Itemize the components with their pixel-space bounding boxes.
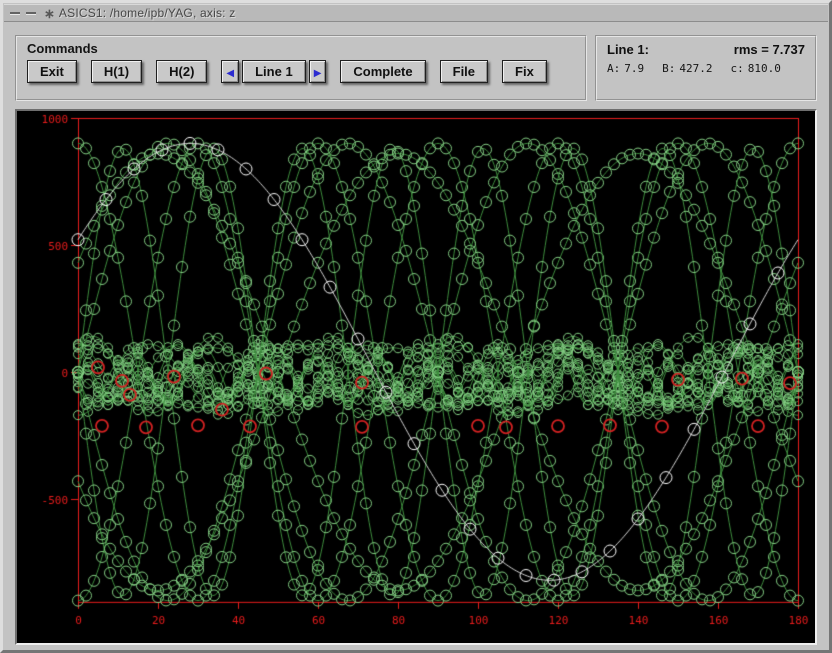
exit-button[interactable]: Exit [27,60,77,83]
line-info-header: Line 1: rms = 7.737 [607,42,805,57]
next-line-button[interactable]: ▶ [309,60,327,83]
file-button[interactable]: File [440,60,488,83]
fix-button[interactable]: Fix [502,60,547,83]
prev-line-button[interactable]: ◀ [221,60,239,83]
plot-canvas [17,111,815,643]
line-params: A:7.9 B:427.2 c:810.0 [607,62,805,75]
window-menu-icon[interactable] [10,12,20,15]
plot-panel [15,109,817,645]
window-title: ASICS1: /home/ipb/YAG, axis: z [59,6,236,20]
window-content: Commands Exit H(1) H(2) ◀ Line 1 ▶ Compl… [3,23,829,651]
param-c: c:810.0 [731,62,781,75]
line-selector: ◀ Line 1 ▶ [221,60,326,83]
line-select-button[interactable]: Line 1 [242,60,306,83]
commands-panel-label: Commands [17,37,585,56]
param-a: A:7.9 [607,62,644,75]
window-iconify-icon[interactable] [26,12,36,15]
control-row: Commands Exit H(1) H(2) ◀ Line 1 ▶ Compl… [15,35,817,101]
h1-button[interactable]: H(1) [91,60,142,83]
titlebar[interactable]: ∗ ASICS1: /home/ipb/YAG, axis: z [4,4,828,22]
commands-button-row: Exit H(1) H(2) ◀ Line 1 ▶ Complete File … [17,56,585,83]
h2-button[interactable]: H(2) [156,60,207,83]
complete-button[interactable]: Complete [340,60,425,83]
left-arrow-icon: ◀ [226,68,234,79]
commands-panel: Commands Exit H(1) H(2) ◀ Line 1 ▶ Compl… [15,35,587,101]
line-info-title: Line 1: [607,42,649,57]
app-window: ∗ ASICS1: /home/ipb/YAG, axis: z Command… [0,0,832,653]
right-arrow-icon: ▶ [314,68,322,79]
param-b: B:427.2 [662,62,712,75]
rms-value: rms = 7.737 [734,42,805,57]
app-icon: ∗ [44,7,55,20]
line-info-panel: Line 1: rms = 7.737 A:7.9 B:427.2 c:810.… [595,35,817,101]
